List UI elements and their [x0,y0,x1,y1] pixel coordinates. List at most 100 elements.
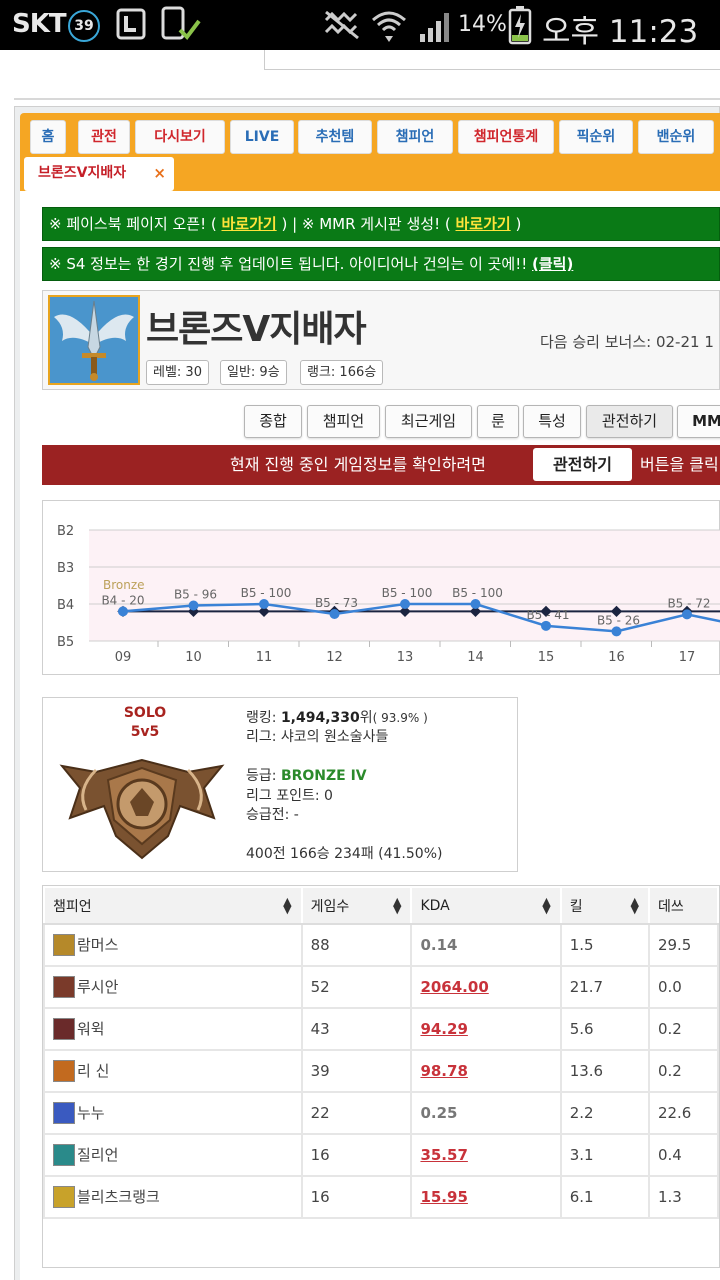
section-runes-button[interactable]: 룬 [477,405,519,438]
table-row[interactable]: 누누 22 0.25 2.2 22.6 [43,1091,719,1135]
champion-cell[interactable]: 루시안 [43,965,303,1009]
column-label: 킬 [569,898,583,915]
phone-check-icon [161,6,201,41]
tab-7[interactable]: 픽순위 [559,120,633,154]
tier-value: BRONZE IV [280,768,367,784]
queue-label: SOLO 5v5 [118,704,172,742]
x-tick-label: 09 [115,650,132,665]
section-masteries-button[interactable]: 특성 [523,405,581,438]
column-label: KDA [420,897,450,914]
column-deaths[interactable]: 데쓰 [647,886,719,925]
sort-icon[interactable]: ▲ ▼ [393,896,401,915]
table-row[interactable]: 리 신 39 98.78 13.6 0.2 [43,1049,719,1093]
column-champion[interactable]: 챔피언 ▲ ▼ [43,886,303,925]
section-spectate-button[interactable]: 관전하기 [586,405,673,438]
games-cell: 52 [300,965,413,1009]
champion-icon [53,1060,75,1083]
spectate-banner: 현재 진행 중인 게임정보를 확인하려면 관전하기 버튼을 클릭 [42,445,720,485]
ranked-wins-badge: 랭크: 166승 [300,360,384,385]
tab-current-summoner[interactable]: 브론즈V지배자 × [24,157,174,191]
champion-cell[interactable]: 람머스 [43,923,303,967]
column-kda[interactable]: KDA ▲ ▼ [410,886,562,925]
notice-text: ※ 페이스북 페이지 오픈! ( [49,215,222,233]
column-games[interactable]: 게임수 ▲ ▼ [300,886,413,925]
status-bar: SKT 39 14% 오후 11:23 [0,0,720,50]
section-mmr-button[interactable]: MM [677,405,720,438]
ranking-value: 1,494,330 [280,710,360,726]
games-cell: 88 [300,923,413,967]
table-row[interactable]: 블리츠크랭크 16 15.95 6.1 1.3 [43,1175,719,1219]
tier-band-label: Bronze [103,578,145,592]
kda-value[interactable]: 98.78 [420,1062,467,1080]
kills-cell: 13.6 [559,1049,650,1093]
kda-value[interactable]: 94.29 [420,1020,467,1038]
notice-text: ) [510,215,522,233]
series-point-lp [682,609,692,620]
section-champion-button[interactable]: 챔피언 [307,405,380,438]
carrier-label: SKT [12,9,67,39]
tab-4[interactable]: 추천템 [298,120,372,154]
champion-cell[interactable]: 리 신 [43,1049,303,1093]
column-kills[interactable]: 킬 ▲ ▼ [559,886,650,925]
sort-icon[interactable]: ▲ ▼ [542,896,550,915]
section-overview-button[interactable]: 종합 [244,405,302,438]
kills-cell: 3.1 [559,1133,650,1177]
series-point-lp [118,606,128,617]
series-point-lp [470,599,481,609]
kda-value[interactable]: 2064.00 [420,978,488,996]
notification-badge: 39 [68,10,100,42]
kda-value[interactable]: 15.95 [420,1188,467,1206]
tab-2[interactable]: 다시보기 [135,120,225,154]
section-recent-games-button[interactable]: 최근게임 [385,405,472,438]
x-tick-label: 14 [467,650,484,665]
champion-stats-table: 챔피언 ▲ ▼ 게임수 ▲ ▼ KDA ▲ ▼ 킬 ▲ ▼ 데쓰 람머스 88 0.14 1.5 29.… [42,885,720,1268]
tab-5[interactable]: 챔피언 [377,120,453,154]
close-icon[interactable]: × [153,157,166,189]
battery-charging-icon [508,6,532,45]
champion-cell[interactable]: 블리츠크랭크 [43,1175,303,1219]
champion-icon [53,1144,75,1167]
champion-cell[interactable]: 워윅 [43,1007,303,1051]
promotion-series: 승급전: - [246,807,299,823]
ranking-suffix: 위 [359,710,373,726]
spectate-button[interactable]: 관전하기 [533,448,632,481]
kda-value[interactable]: 35.57 [420,1146,467,1164]
series-point-lp [541,620,551,631]
queue-type: SOLO [123,705,167,721]
series-point-lp [188,600,199,611]
x-tick-label: 10 [185,650,202,665]
table-row[interactable]: 질리언 16 35.57 3.1 0.4 [43,1133,719,1177]
data-label: B5 - 72 [667,596,710,610]
kills-cell: 5.6 [559,1007,650,1051]
sort-icon[interactable]: ▲ ▼ [630,896,638,915]
feedback-link[interactable]: (클릭) [532,255,573,273]
tab-3[interactable]: LIVE [230,120,294,154]
kda-cell: 0.14 [410,923,562,967]
games-cell: 39 [300,1049,413,1093]
series-point-lp [400,599,410,609]
tab-6[interactable]: 챔피언통계 [458,120,554,154]
table-row[interactable]: 워윅 43 94.29 5.6 0.2 [43,1007,719,1051]
column-label: 게임수 [310,898,350,915]
ranking-label: 랭킹: [246,710,281,726]
tab-0[interactable]: 홈 [30,120,66,154]
champion-cell[interactable]: 누누 [43,1091,303,1135]
tab-8[interactable]: 밴순위 [638,120,714,154]
y-tick-label: B3 [57,561,74,576]
facebook-link[interactable]: 바로가기 [221,215,276,233]
champion-name: 람머스 [77,935,119,954]
champion-cell[interactable]: 질리언 [43,1133,303,1177]
win-loss-record: 400전 166승 234패 (41.50%) [246,846,443,862]
table-row[interactable]: 루시안 52 2064.00 21.7 0.0 [43,965,719,1009]
kills-cell: 1.5 [559,923,650,967]
kills-cell: 21.7 [559,965,650,1009]
sort-icon[interactable]: ▲ ▼ [283,896,291,915]
table-row[interactable]: 람머스 88 0.14 1.5 29.5 [43,923,719,967]
mmr-board-link[interactable]: 바로가기 [455,215,510,233]
tab-1[interactable]: 관전 [78,120,130,154]
table-header-row: 챔피언 ▲ ▼ 게임수 ▲ ▼ KDA ▲ ▼ 킬 ▲ ▼ 데쓰 [43,886,719,925]
champion-name: 워윅 [77,1019,105,1038]
champion-icon [53,1102,75,1125]
win-bonus: 다음 승리 보너스: 02-21 1 [540,333,714,351]
games-cell: 22 [300,1091,413,1135]
